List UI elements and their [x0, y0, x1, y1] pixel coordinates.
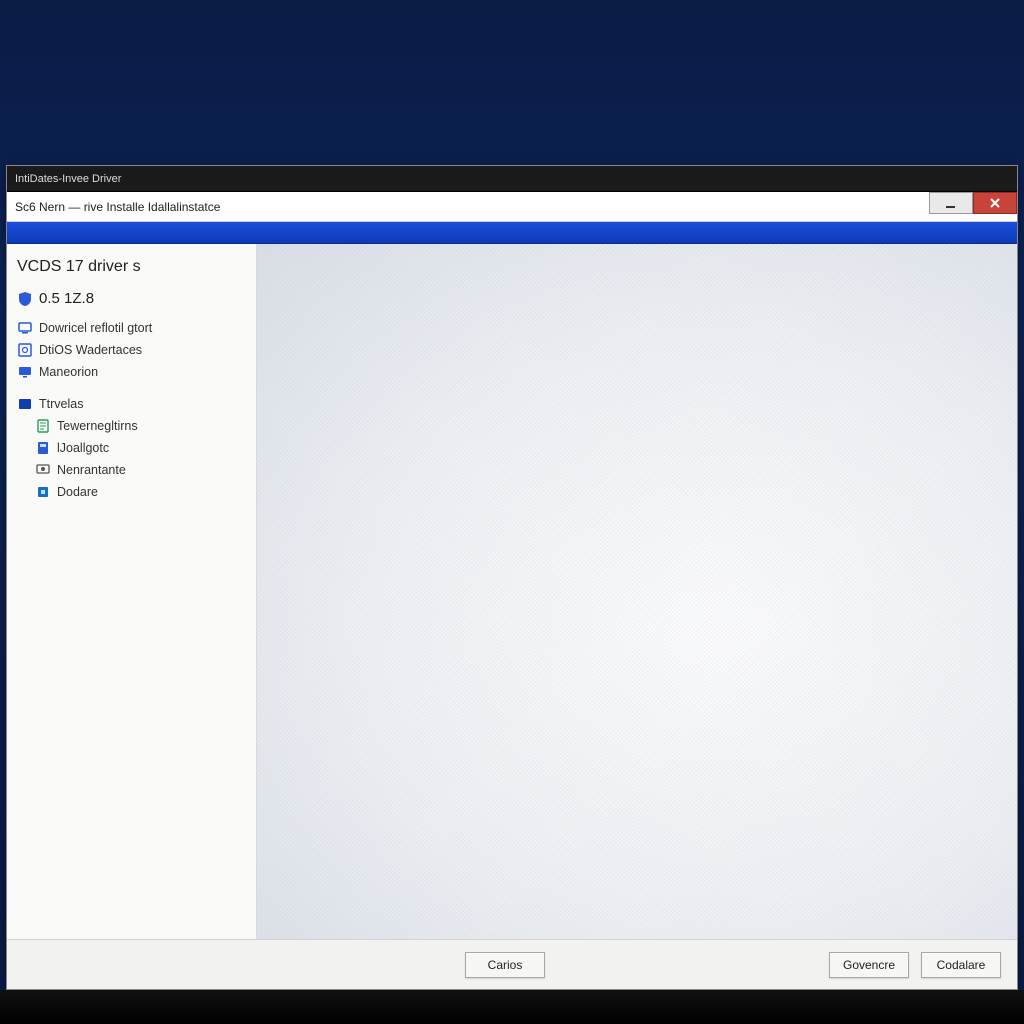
- footer-bar: Carios Govencre Codalare: [7, 939, 1017, 989]
- monitor-bezel: [0, 990, 1024, 1024]
- footer-right-button-label: Codalare: [937, 958, 986, 972]
- close-button[interactable]: [973, 192, 1017, 214]
- sidebar-subitem-label: Nenrantante: [57, 463, 126, 477]
- monitor-icon: [17, 364, 33, 380]
- window-body: VCDS 17 driver s 0.5 1Z.8 Dowricel reflo…: [7, 244, 1017, 939]
- sidebar-item-label: Maneorion: [39, 365, 98, 379]
- sidebar-item-label: Dowricel reflotil gtort: [39, 321, 152, 335]
- net-icon: [35, 462, 51, 478]
- sidebar-subitem[interactable]: Nenrantante: [17, 459, 246, 481]
- footer-right-button[interactable]: Codalare: [921, 952, 1001, 978]
- sidebar-subitem[interactable]: Dodare: [17, 481, 246, 503]
- installer-window: IntiDates-Invee Driver Sc6 Nern — rive I…: [6, 165, 1018, 990]
- sidebar-item-label: DtiOS Wadertaces: [39, 343, 142, 357]
- window-controls: [929, 192, 1017, 214]
- minimize-button[interactable]: [929, 192, 973, 214]
- disk-icon: [17, 342, 33, 358]
- sidebar-subitem[interactable]: lJoallgotc: [17, 437, 246, 459]
- footer-mid-button-label: Govencre: [843, 958, 895, 972]
- inner-titlebar: Sc6 Nern — rive Installe Idallalinstatce: [7, 192, 1017, 222]
- sidebar-separator: [17, 383, 246, 393]
- content-pane: [257, 244, 1017, 939]
- minimize-icon: [943, 195, 959, 211]
- sidebar-item[interactable]: Maneorion: [17, 361, 246, 383]
- footer-left-button[interactable]: Carios: [465, 952, 545, 978]
- toolbar-strip: [7, 222, 1017, 244]
- inner-title-text: Sc6 Nern — rive Installe Idallalinstatce: [15, 200, 220, 214]
- folder-icon: [17, 396, 33, 412]
- sidebar-item[interactable]: DtiOS Wadertaces: [17, 339, 246, 361]
- sidebar-subitem-label: Tewernegltirns: [57, 419, 138, 433]
- sidebar: VCDS 17 driver s 0.5 1Z.8 Dowricel reflo…: [7, 244, 257, 939]
- sidebar-version-row[interactable]: 0.5 1Z.8: [17, 290, 246, 307]
- sidebar-subitem-label: lJoallgotc: [57, 441, 109, 455]
- footer-left-button-label: Carios: [488, 958, 523, 972]
- chip-icon: [35, 484, 51, 500]
- sidebar-subheading: Ttrvelas: [39, 397, 83, 411]
- sidebar-subitem[interactable]: Tewernegltirns: [17, 415, 246, 437]
- sidebar-version-label: 0.5 1Z.8: [39, 290, 94, 307]
- sidebar-subitem-label: Dodare: [57, 485, 98, 499]
- outer-titlebar[interactable]: IntiDates-Invee Driver: [7, 166, 1017, 192]
- page-icon: [35, 418, 51, 434]
- footer-mid-button[interactable]: Govencre: [829, 952, 909, 978]
- device-icon: [17, 320, 33, 336]
- sidebar-heading: VCDS 17 driver s: [17, 258, 246, 276]
- close-icon: [987, 195, 1003, 211]
- sidebar-subheading-row[interactable]: Ttrvelas: [17, 393, 246, 415]
- outer-title-text: IntiDates-Invee Driver: [15, 173, 121, 185]
- calc-icon: [35, 440, 51, 456]
- sidebar-item[interactable]: Dowricel reflotil gtort: [17, 317, 246, 339]
- shield-icon: [17, 291, 33, 307]
